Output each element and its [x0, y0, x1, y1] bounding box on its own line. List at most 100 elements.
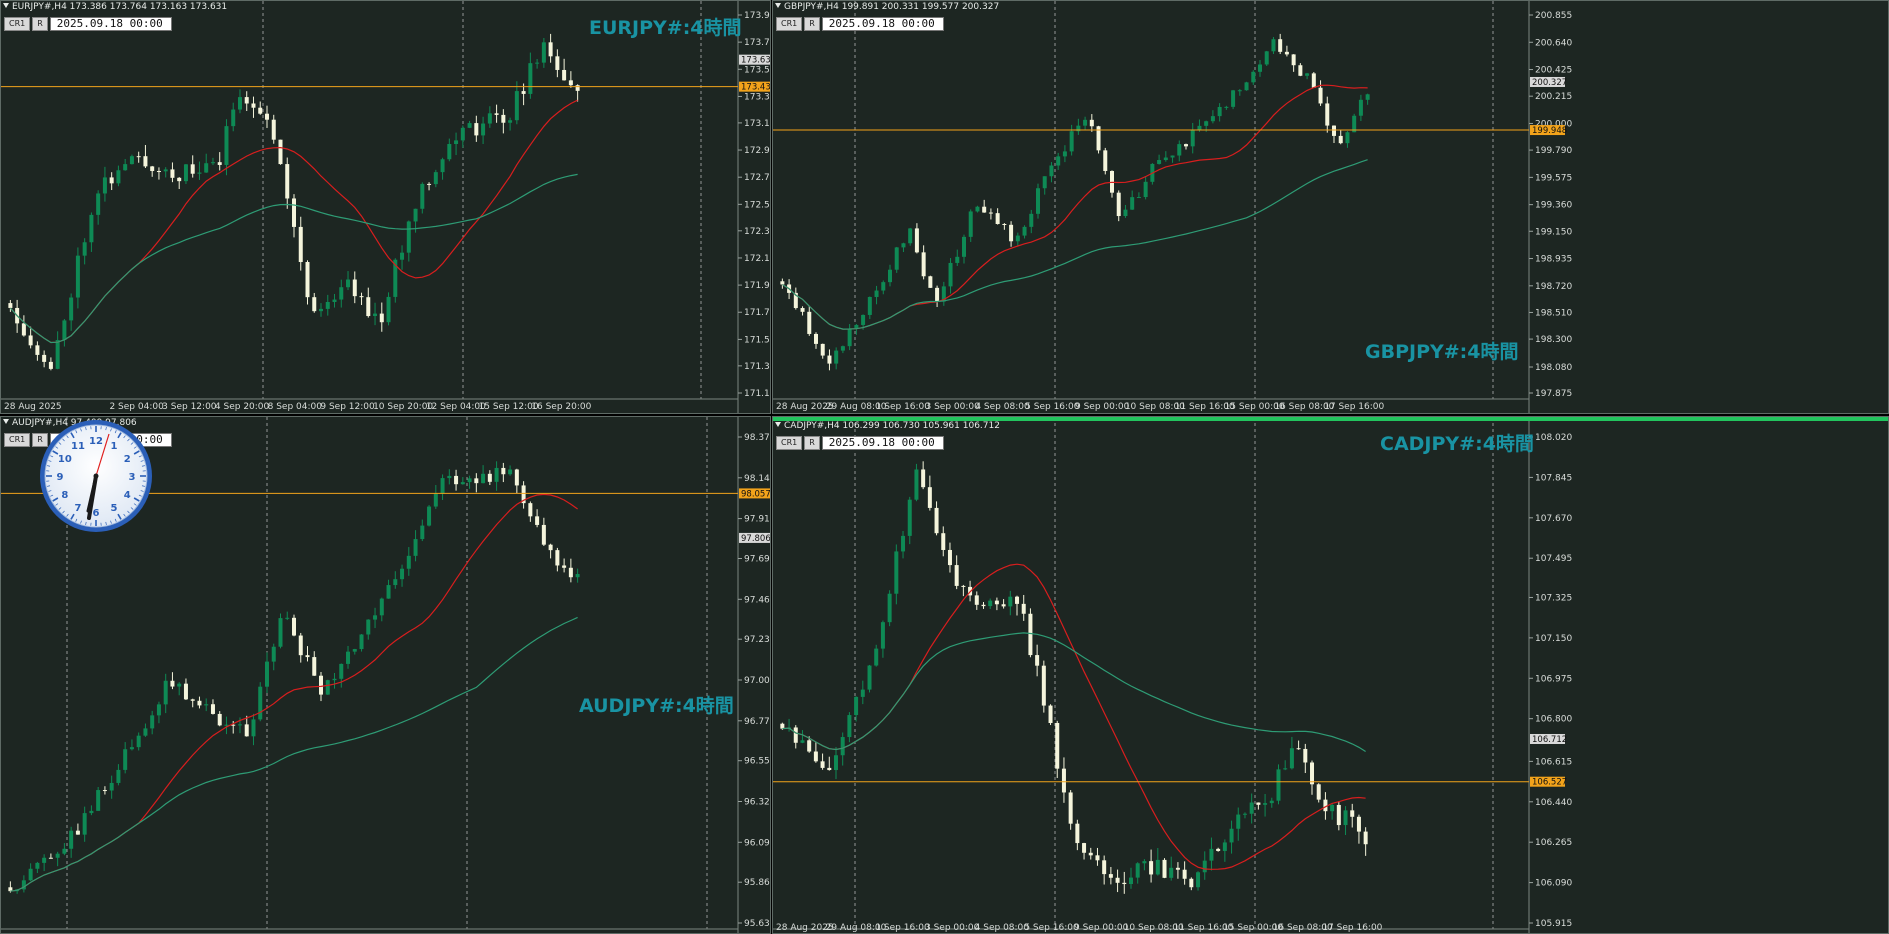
candle-body: [840, 346, 845, 351]
chart-window-cadjpy[interactable]: 108.020 107.845 107.670 107.495 107.325 107.1…: [772, 416, 1889, 934]
candle-body: [359, 296, 364, 298]
dropdown-triangle-icon[interactable]: [3, 3, 9, 8]
cr-button[interactable]: CR1: [776, 436, 803, 450]
date-field[interactable]: 2025.09.18 00:00: [821, 17, 944, 31]
time-tick-label: 12 Sep 04:00: [426, 402, 486, 412]
candle-body: [541, 42, 546, 63]
chart-window-eurjpy[interactable]: 173.960 173.760 173.560 173.360 173.165 172.9…: [0, 0, 771, 414]
candle-body: [833, 755, 838, 771]
candle-body: [861, 314, 866, 325]
chart-toolbar: CR1 R 2025.09.18 00:00: [4, 17, 172, 31]
candle-body: [1231, 90, 1236, 107]
candle-body: [1115, 877, 1120, 883]
r-button[interactable]: R: [804, 17, 820, 31]
time-tick-label: 15 Sep 12:00: [479, 402, 539, 412]
chart-canvas-cadjpy[interactable]: 108.020 107.845 107.670 107.495 107.325 107.1…: [773, 417, 1888, 933]
candle-body: [1035, 655, 1040, 666]
price-tick-label: 198.080: [1535, 363, 1572, 373]
candle-body: [982, 206, 987, 213]
candle-body: [1330, 804, 1335, 812]
price-tick-label: 200.640: [1535, 38, 1572, 48]
price-tick-label: 199.150: [1535, 227, 1572, 237]
candle-body: [1217, 106, 1222, 117]
price-tick-label: 171.770: [744, 308, 770, 318]
candle-body: [1264, 51, 1269, 65]
cr-button[interactable]: CR1: [4, 433, 31, 447]
candle-body: [1108, 874, 1113, 878]
clock-numeral: 9: [57, 472, 64, 483]
date-field[interactable]: 2025.09.18 00:00: [821, 436, 944, 450]
candle-body: [454, 475, 459, 485]
price-tick-label: 106.800: [1535, 715, 1572, 725]
candle-body: [467, 478, 472, 483]
price-tick-label: 98.375: [744, 433, 770, 443]
clock-numeral: 1: [111, 441, 118, 452]
candle-body: [562, 69, 567, 81]
clock-numeral: 7: [75, 503, 82, 514]
candle-body: [1155, 859, 1160, 875]
chart-canvas-gbpjpy[interactable]: 200.855200.640200.425200.215200.000199.7…: [773, 1, 1888, 413]
price-tick-label: 199.790: [1535, 146, 1572, 156]
price-tick-label: 107.325: [1535, 593, 1572, 603]
time-tick-label: 5 Sep 16:00: [1025, 402, 1080, 412]
time-tick-label: 4 Sep 08:00: [975, 923, 1030, 933]
candle-body: [1028, 613, 1033, 656]
chart-window-gbpjpy[interactable]: 200.855 200.640 200.425 200.215 200.000 199.7…: [772, 0, 1889, 414]
price-tick-label: 97.690: [744, 555, 770, 565]
candle-body: [1021, 603, 1026, 614]
price-tick-label: 97.235: [744, 635, 770, 645]
candle-body: [325, 301, 330, 309]
candle-body: [143, 728, 148, 736]
r-button[interactable]: R: [804, 436, 820, 450]
candle-body: [244, 97, 249, 104]
candle-body: [1102, 860, 1107, 875]
candle-body: [834, 350, 839, 364]
price-tick-label: 96.320: [744, 798, 770, 808]
candle-body: [1009, 224, 1014, 242]
candle-body: [69, 297, 74, 321]
candle-body: [244, 724, 249, 737]
candle-body: [1363, 831, 1368, 845]
candle-body: [948, 262, 953, 287]
clock-center: [93, 473, 99, 479]
candle-body: [258, 686, 263, 720]
candle-body: [1048, 705, 1053, 723]
date-field[interactable]: 2025.09.18 00:00: [49, 17, 172, 31]
dropdown-triangle-icon[interactable]: [775, 3, 781, 8]
cr-button[interactable]: CR1: [776, 17, 803, 31]
candle-body: [1291, 54, 1296, 66]
clock-widget[interactable]: 12 12 3 45678 9 10 11: [38, 418, 154, 534]
candle-body: [258, 107, 263, 114]
candle-body: [867, 665, 872, 690]
current-price-label: 106.712: [1532, 735, 1567, 745]
candle-body: [1298, 65, 1303, 76]
symbol-label: CADJPY#:4時間: [1380, 433, 1534, 455]
candle-body: [48, 857, 53, 859]
candle-body: [1122, 882, 1127, 885]
candle-body: [292, 198, 296, 227]
dropdown-triangle-icon[interactable]: [775, 422, 781, 427]
dropdown-triangle-icon[interactable]: [3, 419, 9, 424]
candle-body: [1242, 813, 1247, 815]
candle-body: [8, 303, 13, 308]
candle-body: [379, 598, 384, 616]
candle-body: [888, 269, 892, 283]
candle-body: [237, 724, 242, 726]
cr-button[interactable]: CR1: [4, 17, 31, 31]
clock-numeral: 12: [89, 436, 103, 447]
price-tick-label: 97.915: [744, 515, 770, 525]
candle-body: [1008, 596, 1013, 607]
candle-body: [102, 790, 107, 792]
candle-body: [1345, 132, 1350, 144]
candle-body: [1296, 748, 1301, 750]
candle-body: [406, 555, 411, 569]
r-button[interactable]: R: [32, 17, 48, 31]
candle-body: [1202, 860, 1207, 873]
candle-body: [62, 320, 67, 341]
candle-body: [1311, 73, 1316, 88]
active-window-indicator: [773, 417, 1888, 421]
candle-body: [1190, 130, 1195, 147]
price-tick-label: 106.975: [1535, 674, 1572, 684]
chart-canvas-eurjpy[interactable]: 173.960 173.760 173.560 173.360 173.165 172.9…: [1, 1, 770, 413]
candle-body: [96, 193, 101, 215]
